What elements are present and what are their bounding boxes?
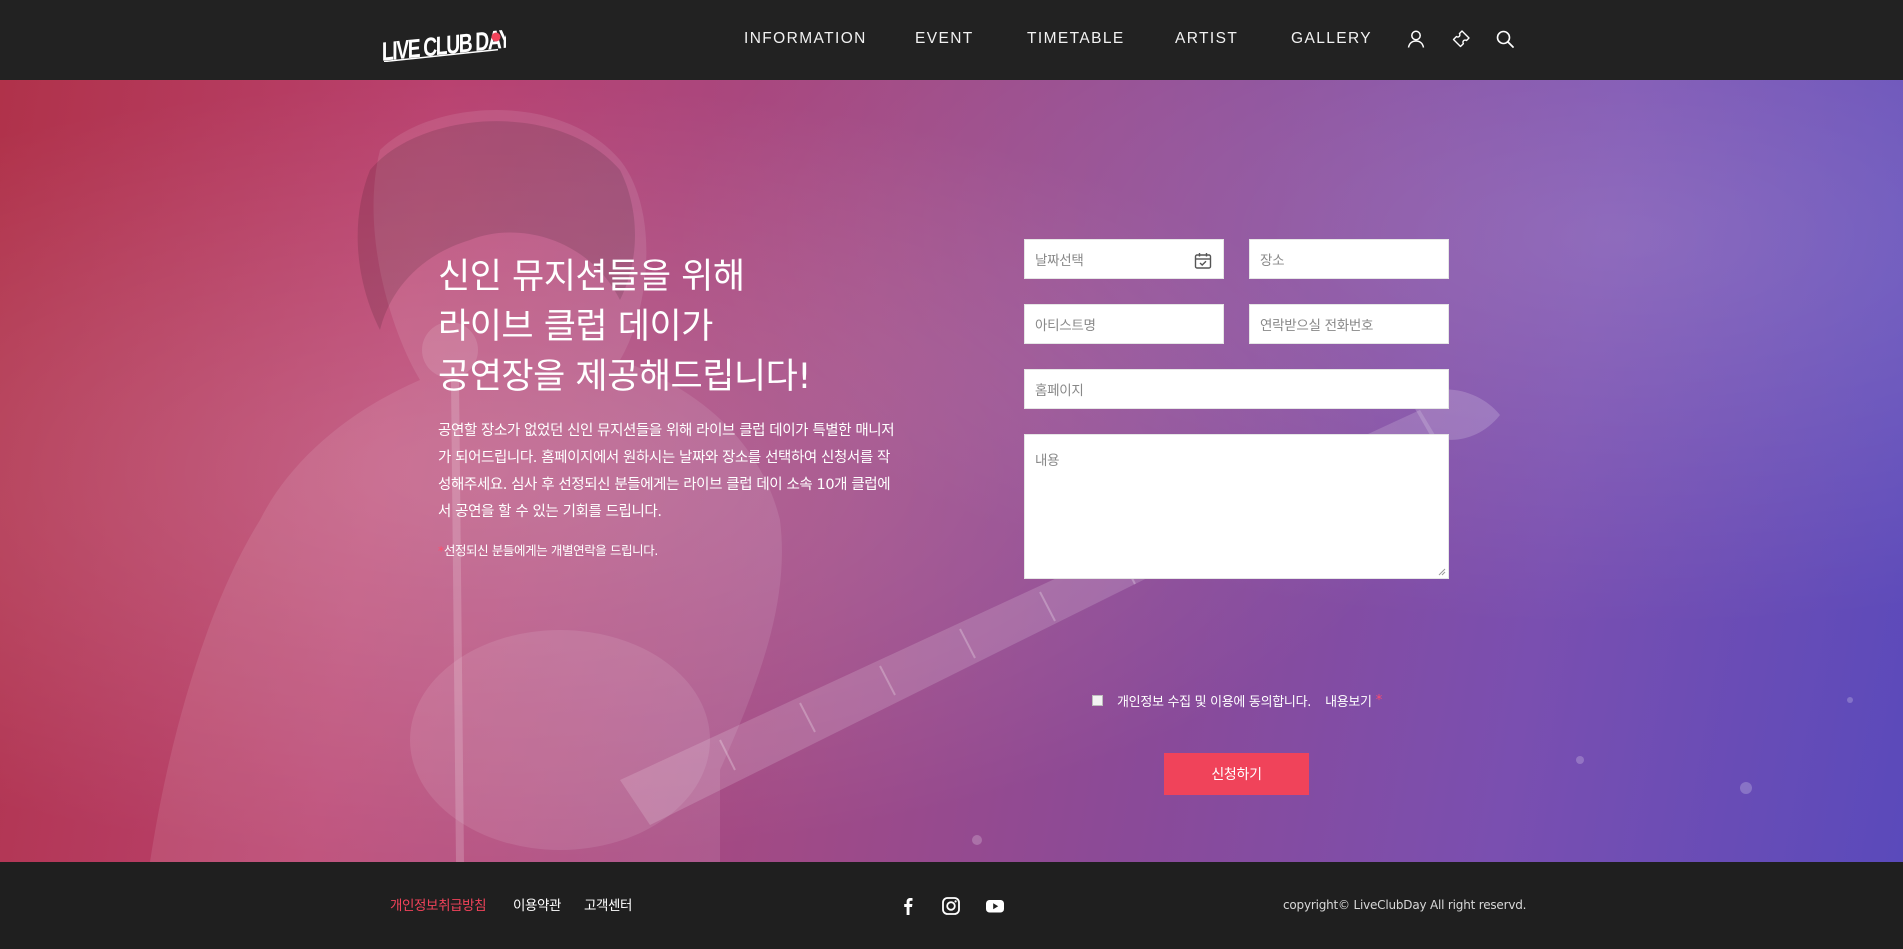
nav-event[interactable]: EVENT [915, 30, 974, 48]
footer-link-privacy[interactable]: 개인정보취급방침 [390, 894, 487, 914]
resize-handle-icon[interactable] [1438, 568, 1446, 576]
nav-timetable[interactable]: TIMETABLE [1027, 30, 1125, 48]
hero-section: 신인 뮤지션들을 위해 라이브 클럽 데이가 공연장을 제공해드립니다! 공연할… [0, 80, 1903, 862]
required-marker: * [1375, 692, 1383, 708]
privacy-consent: 개인정보 수집 및 이용에 동의합니다. 내용보기 * [1092, 690, 1382, 710]
artist-placeholder: 아티스트명 [1035, 318, 1096, 334]
headline-line-1: 신인 뮤지션들을 위해 [438, 257, 745, 297]
user-icon[interactable] [1405, 28, 1427, 50]
calendar-icon[interactable] [1193, 251, 1213, 271]
ticket-icon[interactable] [1450, 28, 1472, 50]
nav-gallery[interactable]: GALLERY [1291, 30, 1372, 48]
musician-background-photo [0, 80, 1903, 862]
content-textarea[interactable]: 내용 [1024, 434, 1449, 579]
nav-information[interactable]: INFORMATION [744, 30, 867, 48]
note-text: 선정되신 분들에게는 개별연락을 드립니다. [443, 543, 659, 558]
homepage-placeholder: 홈페이지 [1035, 383, 1084, 399]
instagram-icon[interactable] [940, 895, 962, 917]
search-icon[interactable] [1494, 28, 1516, 50]
headline-line-3: 공연장을 제공해드립니다! [438, 357, 811, 397]
submit-button[interactable]: 신청하기 [1164, 753, 1309, 795]
phone-field[interactable]: 연락받으실 전화번호 [1249, 304, 1449, 344]
artist-name-field[interactable]: 아티스트명 [1024, 304, 1224, 344]
site-header: LIVE CLUB DAY INFORMATION EVENT TIMETABL… [0, 0, 1903, 80]
phone-placeholder: 연락받으실 전화번호 [1260, 318, 1374, 334]
footer-link-support[interactable]: 고객센터 [584, 894, 632, 914]
homepage-field[interactable]: 홈페이지 [1024, 369, 1449, 409]
date-placeholder: 날짜선택 [1035, 253, 1084, 269]
site-footer: 개인정보취급방침 이용약관 고객센터 copyright© LiveClubDa… [0, 862, 1903, 949]
consent-checkbox[interactable] [1092, 694, 1103, 706]
youtube-icon[interactable] [984, 895, 1006, 917]
live-club-day-logo[interactable]: LIVE CLUB DAY [380, 18, 506, 62]
hero-description: 공연할 장소가 없었던 신인 뮤지션들을 위해 라이브 클럽 데이가 특별한 매… [438, 423, 895, 520]
place-field[interactable]: 장소 [1249, 239, 1449, 279]
view-terms-link[interactable]: 내용보기 [1325, 691, 1372, 710]
content-placeholder: 내용 [1035, 453, 1060, 469]
consent-text: 개인정보 수집 및 이용에 동의합니다. [1117, 694, 1312, 710]
hero-headline: 신인 뮤지션들을 위해 라이브 클럽 데이가 공연장을 제공해드립니다! [438, 252, 958, 402]
nav-artist[interactable]: ARTIST [1175, 30, 1238, 48]
facebook-icon[interactable] [897, 895, 919, 917]
place-placeholder: 장소 [1260, 253, 1285, 269]
date-select-field[interactable]: 날짜선택 [1024, 239, 1224, 279]
footer-link-terms[interactable]: 이용약관 [513, 894, 561, 914]
selection-note: *선정되신 분들에게는 개별연락을 드립니다. [438, 540, 658, 559]
copyright-text: copyright© LiveClubDay All right reservd… [1283, 898, 1527, 912]
svg-text:LIVE CLUB DAY: LIVE CLUB DAY [382, 23, 506, 62]
headline-line-2: 라이브 클럽 데이가 [438, 307, 713, 347]
